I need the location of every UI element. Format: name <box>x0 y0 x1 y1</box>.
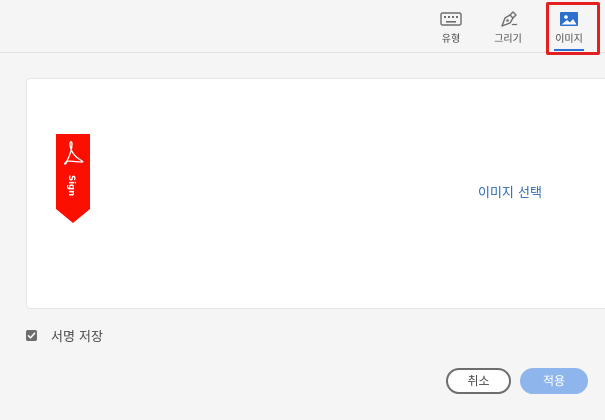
keyboard-icon <box>440 12 462 26</box>
save-signature-checkbox[interactable] <box>26 329 37 341</box>
tab-type[interactable]: 유형 <box>423 0 479 52</box>
tab-image-label: 이미지 <box>555 34 583 45</box>
apply-button[interactable]: 적용 <box>520 368 588 394</box>
cancel-button[interactable]: 취소 <box>446 368 511 394</box>
select-image-link[interactable]: 이미지 선택 <box>478 185 542 203</box>
tab-draw-label: 그리기 <box>494 34 522 45</box>
pen-icon <box>501 11 518 27</box>
image-icon <box>560 12 578 26</box>
tab-image[interactable]: 이미지 <box>541 0 597 52</box>
selected-tab-indicator <box>554 49 584 51</box>
save-signature-row: 서명 저장 <box>26 326 103 345</box>
tab-type-label: 유형 <box>441 34 461 45</box>
tab-draw[interactable]: 그리기 <box>480 0 536 52</box>
logo-sign-text: Sign <box>66 175 76 196</box>
checkmark-icon <box>27 331 36 339</box>
adobe-sign-logo: Sign <box>56 134 90 223</box>
save-signature-label: 서명 저장 <box>51 329 103 345</box>
signature-mode-toolbar: 유형 그리기 이미지 <box>0 0 605 53</box>
